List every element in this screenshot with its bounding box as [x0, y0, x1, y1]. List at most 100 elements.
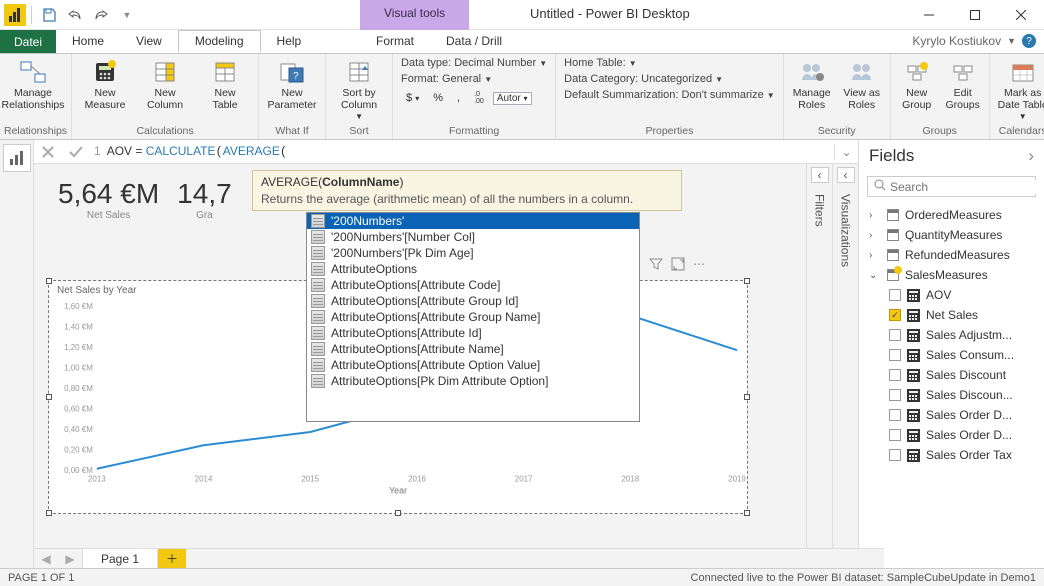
minimize-icon[interactable] — [906, 0, 952, 30]
formula-input[interactable]: 1AOV = CALCULATE(AVERAGE( — [90, 142, 834, 161]
autocomplete-item[interactable]: AttributeOptions[Attribute Name] — [307, 341, 639, 357]
manage-roles-button[interactable]: Manage Roles — [788, 56, 836, 113]
redo-icon[interactable] — [89, 3, 113, 27]
field-group[interactable]: ›OrderedMeasures — [859, 205, 1044, 225]
datatype-dropdown[interactable]: Data type: Decimal Number ▼ — [397, 56, 551, 70]
search-icon — [874, 179, 886, 194]
checkbox[interactable] — [889, 329, 901, 341]
close-icon[interactable] — [998, 0, 1044, 30]
card-gra[interactable]: 14,7 Gra — [177, 178, 232, 221]
chevron-left-icon[interactable]: ‹ — [837, 167, 855, 183]
field-group[interactable]: ›QuantityMeasures — [859, 225, 1044, 245]
currency-icon[interactable]: $ ▾ — [401, 90, 424, 106]
tab-format[interactable]: Format — [360, 30, 430, 54]
data-category-dropdown[interactable]: Data Category: Uncategorized ▼ — [560, 72, 779, 86]
search-input[interactable] — [890, 180, 1044, 194]
autocomplete-item[interactable]: AttributeOptions[Attribute Option Value] — [307, 357, 639, 373]
filter-icon[interactable] — [649, 257, 663, 274]
field-item[interactable]: AOV — [859, 285, 1044, 305]
user-info[interactable]: Kyrylo Kostiukov ▼ ? — [912, 34, 1036, 48]
autocomplete-item[interactable]: AttributeOptions[Attribute Group Id] — [307, 293, 639, 309]
page-next-icon[interactable]: ▶ — [58, 549, 82, 568]
checkbox[interactable] — [889, 389, 901, 401]
focus-icon[interactable] — [671, 257, 685, 274]
more-icon[interactable]: ⋯ — [693, 257, 705, 274]
tab-datadrill[interactable]: Data / Drill — [430, 30, 518, 54]
mark-date-table-button[interactable]: Mark as Date Table▼ — [994, 56, 1044, 123]
save-icon[interactable] — [37, 3, 61, 27]
autocomplete-item[interactable]: '200Numbers'[Number Col] — [307, 229, 639, 245]
field-group[interactable]: ›RefundedMeasures — [859, 245, 1044, 265]
decimal-places[interactable]: Autor ▾ — [493, 92, 532, 105]
field-item[interactable]: Sales Order Tax — [859, 445, 1044, 465]
format-dropdown[interactable]: Format: General ▼ — [397, 72, 551, 86]
checkbox[interactable] — [889, 289, 901, 301]
title-bar: ▼ Visual tools Untitled - Power BI Deskt… — [0, 0, 1044, 30]
home-table-dropdown[interactable]: Home Table: ▼ — [560, 56, 779, 70]
new-parameter-button[interactable]: ?New Parameter — [263, 56, 321, 113]
autocomplete-item[interactable]: AttributeOptions[Attribute Code] — [307, 277, 639, 293]
checkbox[interactable] — [889, 429, 901, 441]
checkbox[interactable] — [889, 309, 901, 321]
view-as-roles-button[interactable]: View as Roles — [838, 56, 886, 113]
chevron-left-icon[interactable]: ‹ — [811, 167, 829, 183]
autocomplete-item[interactable]: AttributeOptions — [307, 261, 639, 277]
report-view-icon[interactable] — [3, 144, 31, 172]
checkbox[interactable] — [889, 349, 901, 361]
autocomplete-dropdown[interactable]: '200Numbers''200Numbers'[Number Col]'200… — [306, 212, 640, 422]
fields-search[interactable] — [867, 176, 1036, 197]
formula-commit-icon[interactable] — [62, 140, 90, 164]
tab-file[interactable]: Datei — [0, 30, 56, 53]
group-label: What If — [263, 123, 321, 139]
edit-groups-button[interactable]: Edit Groups — [941, 56, 985, 113]
user-dropdown-icon[interactable]: ▼ — [1007, 36, 1016, 46]
chevron-right-icon[interactable]: › — [1028, 146, 1034, 166]
page-tab[interactable]: Page 1 — [82, 549, 158, 568]
sort-by-column-button[interactable]: Sort by Column▼ — [330, 56, 388, 123]
field-item[interactable]: Sales Adjustm... — [859, 325, 1044, 345]
percent-icon[interactable]: % — [428, 90, 448, 106]
decimal-icon[interactable]: .0.00 — [469, 89, 489, 107]
field-item[interactable]: Sales Order D... — [859, 425, 1044, 445]
table-icon — [887, 249, 899, 261]
summarization-dropdown[interactable]: Default Summarization: Don't summarize ▼ — [560, 88, 779, 102]
svg-text:1,40 €M: 1,40 €M — [64, 323, 93, 332]
field-item[interactable]: Sales Discoun... — [859, 385, 1044, 405]
tab-home[interactable]: Home — [56, 30, 120, 53]
undo-icon[interactable] — [63, 3, 87, 27]
new-measure-button[interactable]: New Measure — [76, 56, 134, 113]
new-table-button[interactable]: New Table — [196, 56, 254, 113]
field-item[interactable]: Sales Discount — [859, 365, 1044, 385]
card-net-sales[interactable]: 5,64 €M Net Sales — [58, 178, 159, 221]
manage-relationships-button[interactable]: Manage Relationships — [4, 56, 62, 113]
measure-icon — [907, 369, 920, 382]
help-icon[interactable]: ? — [1022, 34, 1036, 48]
checkbox[interactable] — [889, 409, 901, 421]
autocomplete-item[interactable]: '200Numbers'[Pk Dim Age] — [307, 245, 639, 261]
comma-icon[interactable]: , — [452, 90, 465, 106]
new-group-button[interactable]: New Group — [895, 56, 939, 113]
page-prev-icon[interactable]: ◀ — [34, 549, 58, 568]
formula-cancel-icon[interactable] — [34, 140, 62, 164]
field-item[interactable]: Sales Order D... — [859, 405, 1044, 425]
autocomplete-item[interactable]: '200Numbers' — [307, 213, 639, 229]
autocomplete-item[interactable]: AttributeOptions[Attribute Id] — [307, 325, 639, 341]
field-group[interactable]: ⌄SalesMeasures — [859, 265, 1044, 285]
tab-view[interactable]: View — [120, 30, 178, 53]
filters-panel[interactable]: ‹ Filters — [806, 164, 832, 548]
new-column-button[interactable]: New Column — [136, 56, 194, 113]
field-item[interactable]: Net Sales — [859, 305, 1044, 325]
checkbox[interactable] — [889, 369, 901, 381]
checkbox[interactable] — [889, 449, 901, 461]
table-icon — [311, 374, 325, 388]
visualizations-panel[interactable]: ‹ Visualizations — [832, 164, 858, 548]
qat-dropdown-icon[interactable]: ▼ — [115, 3, 139, 27]
tab-modeling[interactable]: Modeling — [178, 30, 261, 53]
tab-help[interactable]: Help — [261, 30, 318, 53]
maximize-icon[interactable] — [952, 0, 998, 30]
add-page-button[interactable]: ＋ — [158, 549, 186, 568]
formula-expand-icon[interactable]: ⌄ — [834, 145, 858, 159]
field-item[interactable]: Sales Consum... — [859, 345, 1044, 365]
autocomplete-item[interactable]: AttributeOptions[Attribute Group Name] — [307, 309, 639, 325]
autocomplete-item[interactable]: AttributeOptions[Pk Dim Attribute Option… — [307, 373, 639, 389]
